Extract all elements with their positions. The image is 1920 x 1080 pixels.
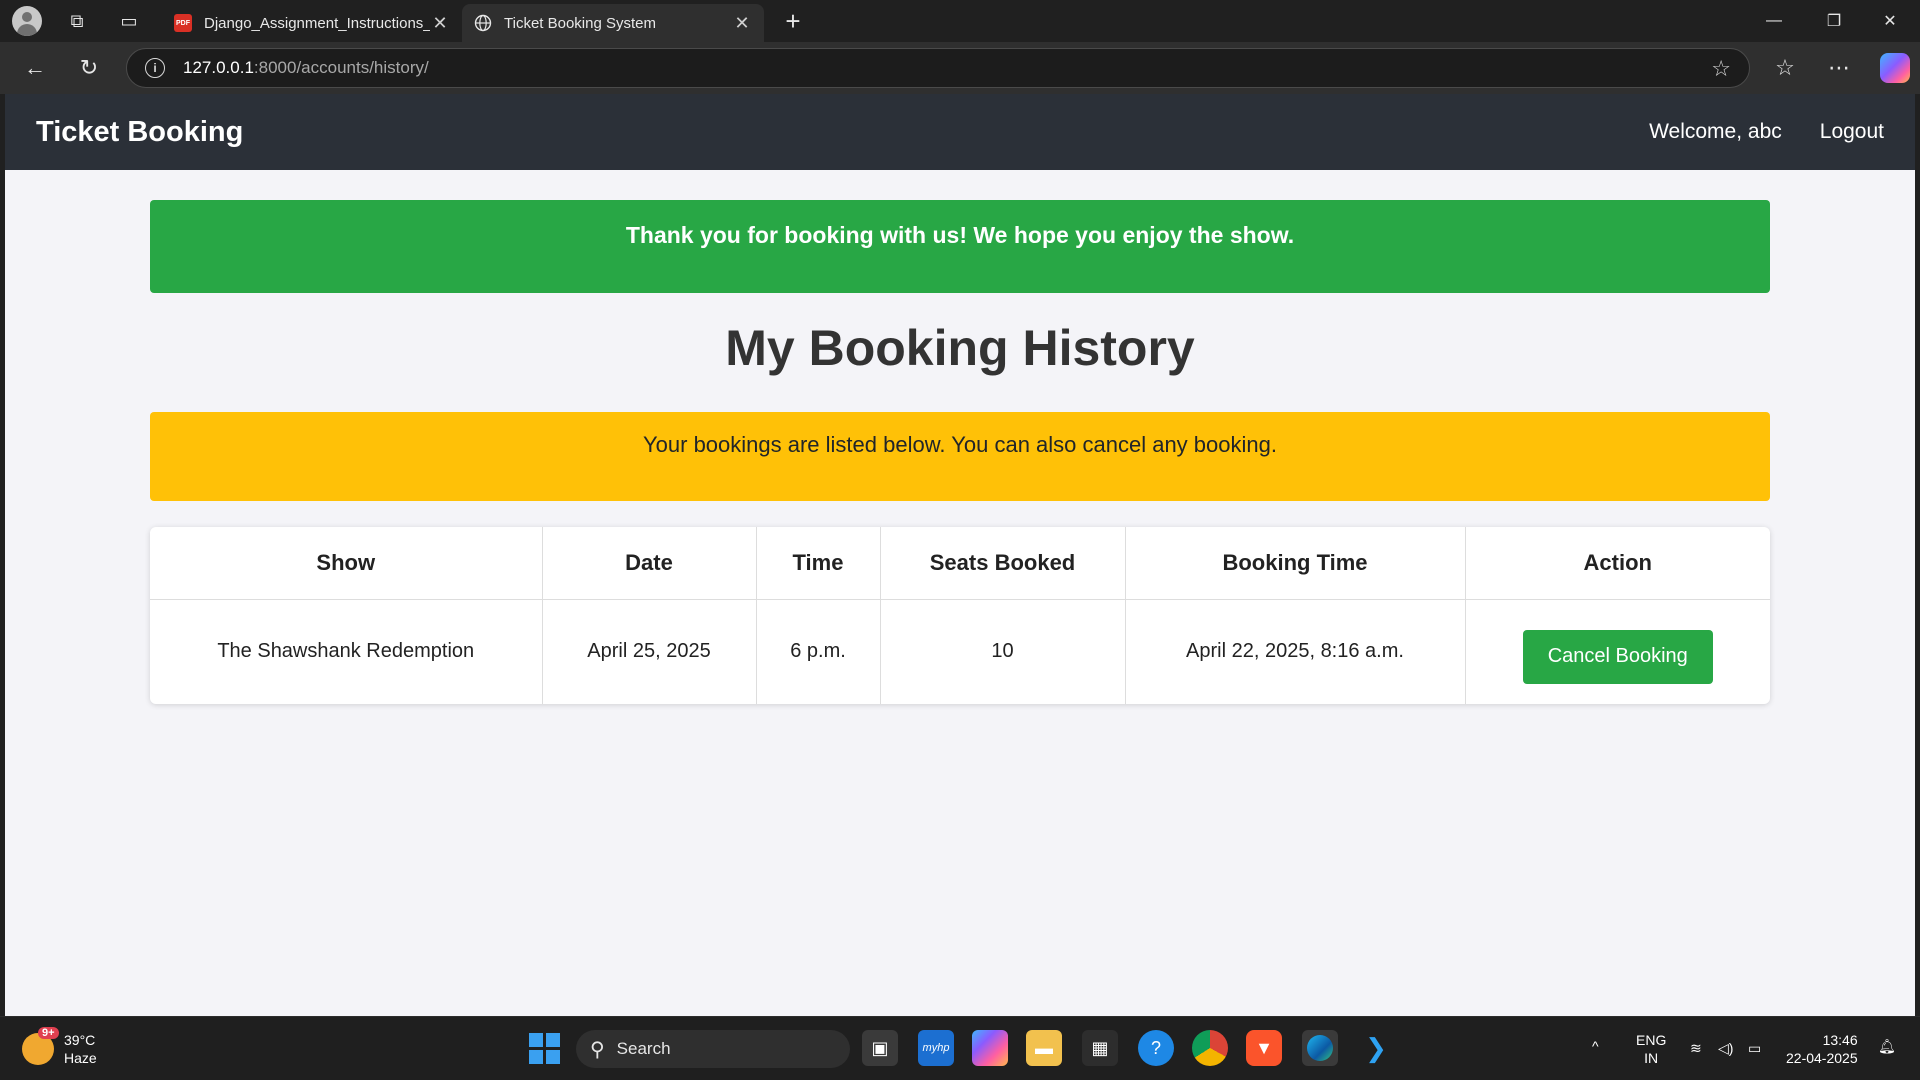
edge-icon[interactable] bbox=[1302, 1030, 1338, 1066]
favorite-star-icon[interactable]: ☆ bbox=[1711, 56, 1731, 82]
copilot-icon[interactable] bbox=[1880, 53, 1910, 83]
pdf-icon: PDF bbox=[174, 14, 192, 32]
search-icon: ⚲ bbox=[590, 1038, 605, 1061]
column-header-action: Action bbox=[1465, 527, 1770, 600]
clock[interactable]: 13:46 22-04-2025 bbox=[1786, 1031, 1858, 1067]
task-view-icon[interactable]: ▣ bbox=[862, 1030, 898, 1066]
notification-bell-icon[interactable]: 🔔︎ bbox=[1878, 1037, 1896, 1055]
help-icon[interactable]: ? bbox=[1138, 1030, 1174, 1066]
page-viewport: Ticket Booking Welcome, abc Logout Thank… bbox=[5, 94, 1915, 1016]
table-header-row: Show Date Time Seats Booked Booking Time… bbox=[150, 527, 1770, 600]
weather-temp: 39°C bbox=[64, 1032, 96, 1048]
close-tab-icon[interactable]: ✕ bbox=[430, 13, 450, 34]
more-options-icon[interactable]: ⋯ bbox=[1822, 51, 1856, 85]
column-header-date: Date bbox=[542, 527, 757, 600]
file-explorer-icon[interactable]: ▬ bbox=[1026, 1030, 1062, 1066]
workspaces-icon[interactable]: ⧉ bbox=[60, 4, 94, 38]
main-container: Thank you for booking with us! We hope y… bbox=[150, 170, 1770, 704]
tab-actions-icon[interactable]: ▭ bbox=[112, 4, 146, 38]
site-brand[interactable]: Ticket Booking bbox=[36, 116, 243, 149]
success-message: Thank you for booking with us! We hope y… bbox=[150, 200, 1770, 293]
tab-ticket-booking-system[interactable]: Ticket Booking System ✕ bbox=[462, 4, 764, 42]
show-hidden-icons-chevron-icon[interactable]: ^ bbox=[1592, 1037, 1599, 1055]
booking-table: Show Date Time Seats Booked Booking Time… bbox=[150, 527, 1770, 704]
cell-action: Cancel Booking bbox=[1465, 599, 1770, 704]
tab-title: Django_Assignment_Instructions_ bbox=[204, 14, 430, 32]
close-window-button[interactable]: ✕ bbox=[1862, 0, 1918, 42]
logout-link[interactable]: Logout bbox=[1820, 120, 1884, 144]
tab-django-assignment[interactable]: PDF Django_Assignment_Instructions_ ✕ bbox=[162, 4, 462, 42]
cell-date: April 25, 2025 bbox=[542, 599, 757, 704]
weather-text: 39°C Haze bbox=[64, 1031, 97, 1067]
booking-table-card: Show Date Time Seats Booked Booking Time… bbox=[150, 527, 1770, 704]
copilot-app-icon[interactable] bbox=[972, 1030, 1008, 1066]
weather-haze-icon: 9+ bbox=[22, 1027, 59, 1065]
cancel-booking-button[interactable]: Cancel Booking bbox=[1522, 629, 1713, 684]
vscode-icon[interactable]: ❯ bbox=[1358, 1030, 1394, 1066]
language-code: ENG bbox=[1636, 1032, 1667, 1048]
column-header-booking-time: Booking Time bbox=[1125, 527, 1466, 600]
table-row: The Shawshank Redemption April 25, 2025 … bbox=[150, 599, 1770, 704]
notification-badge: 9+ bbox=[38, 1027, 59, 1039]
address-bar[interactable]: i 127.0.0.1:8000/accounts/history/ ☆ bbox=[126, 48, 1750, 88]
region-code: IN bbox=[1644, 1050, 1659, 1066]
refresh-icon[interactable]: ↻ bbox=[72, 51, 106, 85]
site-info-icon[interactable]: i bbox=[145, 58, 165, 78]
weather-widget[interactable]: 9+ 39°C Haze bbox=[22, 1027, 97, 1067]
browser-tab-bar: ⧉ ▭ PDF Django_Assignment_Instructions_ … bbox=[0, 0, 1920, 42]
globe-icon bbox=[474, 14, 492, 32]
weather-desc: Haze bbox=[64, 1050, 97, 1066]
navbar-right: Welcome, abc Logout bbox=[1611, 120, 1884, 144]
microsoft-store-icon[interactable]: ▦ bbox=[1082, 1030, 1118, 1066]
favorites-icon[interactable]: ☆ bbox=[1768, 51, 1802, 85]
browser-toolbar: ← ↻ i 127.0.0.1:8000/accounts/history/ ☆… bbox=[0, 42, 1920, 94]
myhp-icon[interactable]: myhp bbox=[918, 1030, 954, 1066]
cell-time: 6 p.m. bbox=[756, 599, 881, 704]
wifi-icon[interactable]: ≋ bbox=[1690, 1039, 1702, 1057]
column-header-seats: Seats Booked bbox=[880, 527, 1126, 600]
minimize-button[interactable]: — bbox=[1746, 0, 1802, 42]
volume-icon[interactable]: ◁) bbox=[1718, 1039, 1733, 1057]
clock-time: 13:46 bbox=[1822, 1032, 1858, 1048]
new-tab-button[interactable]: + bbox=[776, 4, 810, 38]
battery-icon[interactable]: ▭ bbox=[1748, 1039, 1761, 1057]
windows-start-icon[interactable] bbox=[526, 1030, 562, 1066]
cell-show: The Shawshank Redemption bbox=[150, 599, 543, 704]
taskbar-search[interactable]: ⚲ Search bbox=[576, 1030, 850, 1068]
brave-icon[interactable]: ▼ bbox=[1246, 1030, 1282, 1066]
page-title: My Booking History bbox=[725, 320, 1195, 376]
back-arrow-icon[interactable]: ← bbox=[18, 51, 52, 85]
cell-seats: 10 bbox=[880, 599, 1126, 704]
clock-date: 22-04-2025 bbox=[1786, 1050, 1858, 1066]
welcome-text: Welcome, abc bbox=[1649, 120, 1782, 143]
close-tab-icon[interactable]: ✕ bbox=[732, 13, 752, 34]
search-label: Search bbox=[616, 1039, 671, 1058]
profile-avatar-icon[interactable] bbox=[12, 6, 42, 36]
tab-title: Ticket Booking System bbox=[504, 14, 656, 32]
site-navbar: Ticket Booking Welcome, abc Logout bbox=[5, 94, 1915, 170]
column-header-show: Show bbox=[150, 527, 543, 600]
restore-button[interactable]: ❐ bbox=[1806, 0, 1862, 42]
url-text[interactable]: 127.0.0.1:8000/accounts/history/ bbox=[183, 58, 429, 78]
info-message: Your bookings are listed below. You can … bbox=[150, 412, 1770, 501]
chrome-icon[interactable] bbox=[1192, 1030, 1228, 1066]
column-header-time: Time bbox=[756, 527, 881, 600]
cell-booking-time: April 22, 2025, 8:16 a.m. bbox=[1125, 599, 1466, 704]
url-path: :8000/accounts/history/ bbox=[253, 58, 429, 77]
windows-taskbar: 9+ 39°C Haze ⚲ Search ▣ myhp ▬ ▦ ? ▼ ❯ ^… bbox=[0, 1016, 1920, 1080]
url-host: 127.0.0.1 bbox=[183, 58, 254, 77]
language-indicator[interactable]: ENG IN bbox=[1636, 1031, 1666, 1067]
